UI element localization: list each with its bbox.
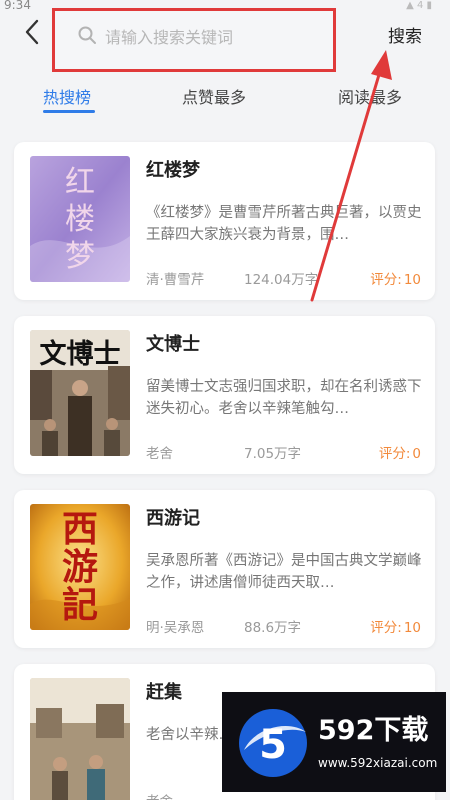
book-title: 文博士 xyxy=(146,334,200,355)
book-cover: 西游記 xyxy=(30,504,130,630)
search-input[interactable] xyxy=(105,27,325,47)
book-cover xyxy=(30,678,130,800)
book-description: 吴承恩所著《西游记》是中国古典文学巅峰之作，讲述唐僧师徒西天取… xyxy=(146,553,422,591)
book-score: 评分: 0 xyxy=(379,442,421,462)
book-cover: 文博士 xyxy=(30,330,130,456)
book-card-3[interactable]: 西游記 西游记 吴承恩所著《西游记》是中国古典文学巅峰之作，讲述唐僧师徒西天取…… xyxy=(14,490,435,648)
watermark-logo-icon: 5 xyxy=(236,706,310,780)
tab-most-liked[interactable]: 点赞最多 xyxy=(182,84,246,108)
book-author: 明·吴承恩 xyxy=(146,620,205,636)
book-description: 《红楼梦》是曹雪芹所著古典巨著，以贾史王薛四大家族兴衰为背景，围… xyxy=(146,205,422,243)
score-value: 0 xyxy=(412,446,421,462)
cover-title: 红楼梦 xyxy=(65,165,95,274)
tab-hot-search[interactable]: 热搜榜 xyxy=(43,84,91,108)
book-card-1[interactable]: 红楼梦 红楼梦 《红楼梦》是曹雪芹所著古典巨著，以贾史王薛四大家族兴衰为背景，围… xyxy=(14,142,435,300)
chevron-left-icon xyxy=(24,19,40,49)
site-watermark: 5 592下载 www.592xiazai.com xyxy=(222,692,446,792)
book-author: 老舍 xyxy=(146,446,173,462)
book-score: 评分: 10 xyxy=(370,268,421,288)
watermark-logo-text: 5 xyxy=(259,722,287,768)
search-field xyxy=(77,23,325,51)
book-author: 老舍 xyxy=(146,790,173,800)
book-word-count: 124.04万字 xyxy=(244,272,319,288)
score-label: 评分: xyxy=(370,620,402,636)
tab-most-read[interactable]: 阅读最多 xyxy=(338,84,402,108)
book-description: 留美博士文志强归国求职，却在名利诱惑下迷失初心。老舍以辛辣笔触勾… xyxy=(146,379,422,417)
watermark-url: www.592xiazai.com xyxy=(318,756,438,770)
score-label: 评分: xyxy=(370,272,402,288)
magnifier-icon xyxy=(77,25,97,49)
search-highlight-box xyxy=(52,8,336,72)
score-value: 10 xyxy=(403,272,421,288)
cover-title: 文博士 xyxy=(39,339,121,370)
book-word-count: 7.05万字 xyxy=(244,446,302,462)
book-title: 西游记 xyxy=(146,508,200,529)
book-score: 评分: 10 xyxy=(370,616,421,636)
book-card-2[interactable]: 文博士 文博士 留美博士文志强归国求职，却在名利诱惑下迷失初心。老舍以辛辣笔触勾… xyxy=(14,316,435,474)
watermark-brand: 592下载 xyxy=(318,715,429,746)
search-button[interactable]: 搜索 xyxy=(388,22,422,47)
cover-title: 西游記 xyxy=(61,508,98,626)
search-header: 搜索 xyxy=(0,0,450,72)
score-label: 评分: xyxy=(378,446,411,462)
book-author: 清·曹雪芹 xyxy=(146,272,205,288)
book-word-count: 88.6万字 xyxy=(244,620,302,636)
book-title: 红楼梦 xyxy=(146,160,200,181)
book-cover: 红楼梦 xyxy=(30,156,130,282)
ranking-tabs: 热搜榜 点赞最多 阅读最多 xyxy=(0,80,450,120)
back-button[interactable] xyxy=(18,18,46,50)
score-value: 10 xyxy=(403,620,421,636)
book-title: 赶集 xyxy=(146,682,182,703)
active-tab-indicator xyxy=(43,110,95,113)
